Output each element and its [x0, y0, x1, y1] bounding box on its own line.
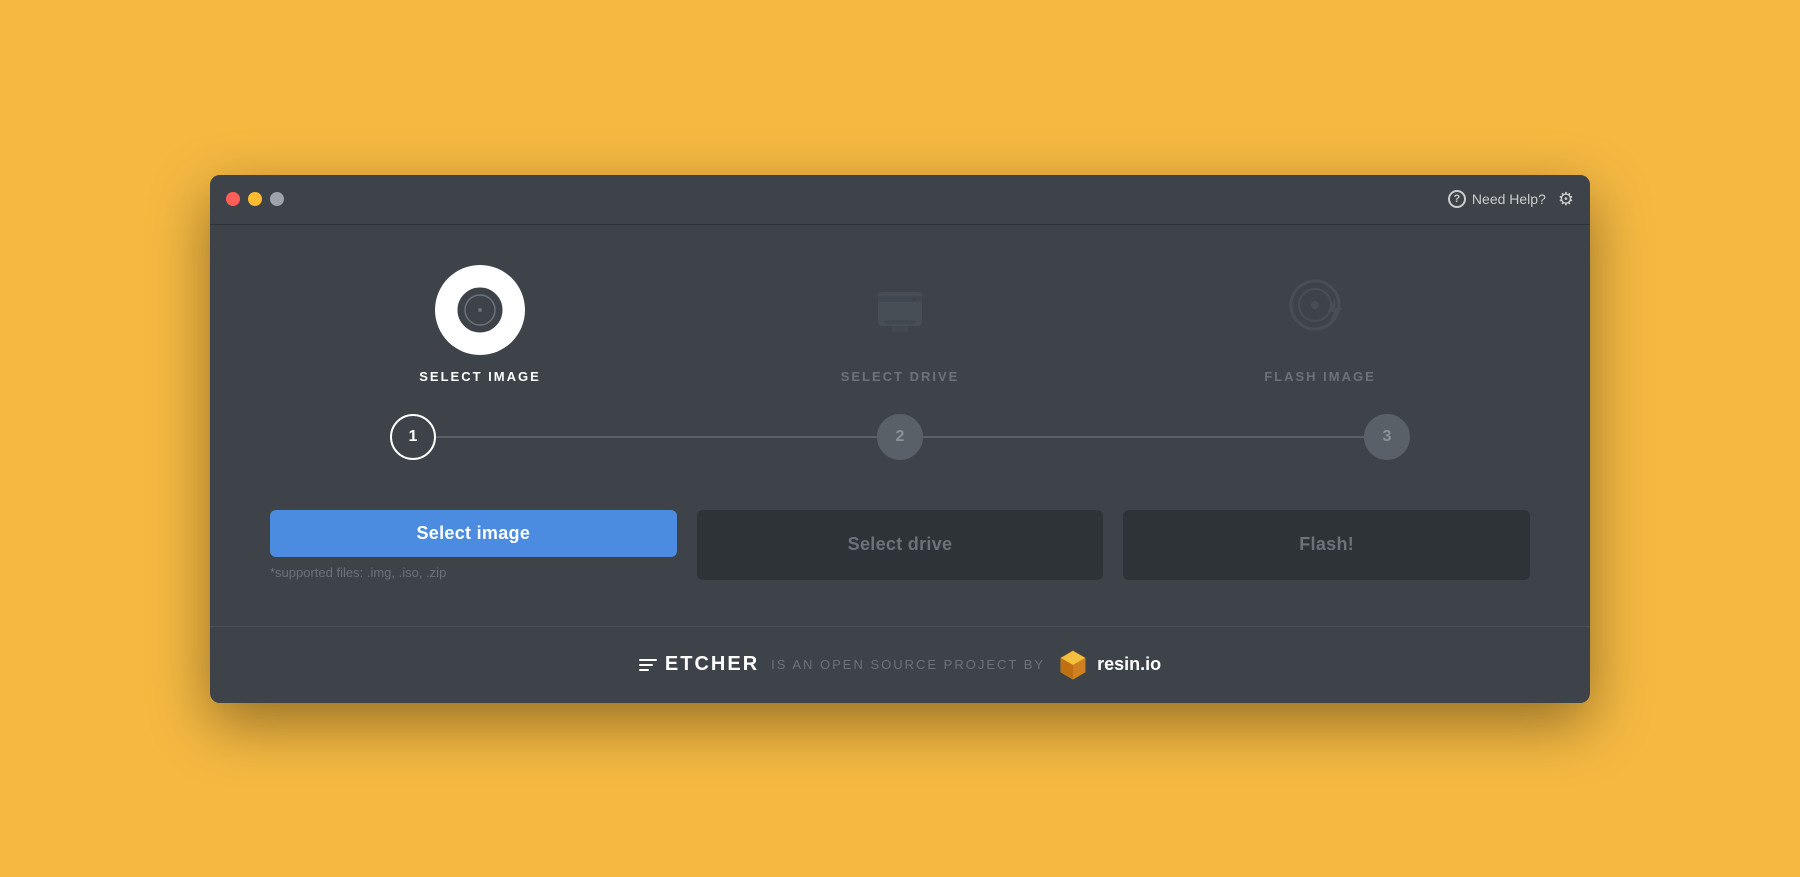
etcher-line-2 — [639, 664, 653, 666]
flash-button[interactable]: Flash! — [1123, 510, 1530, 580]
resin-logo-text: resin.io — [1097, 654, 1161, 675]
step-3-icon-container — [1275, 265, 1365, 355]
step-3: FLASH IMAGE — [1110, 265, 1530, 384]
resin-cube-icon — [1057, 649, 1089, 681]
resin-logo: resin.io — [1057, 649, 1161, 681]
titlebar-right: ? Need Help? ⚙ — [1448, 189, 1574, 210]
step-2-icon-container — [855, 265, 945, 355]
step-number-3: 3 — [1364, 414, 1410, 460]
help-link[interactable]: ? Need Help? — [1448, 190, 1546, 208]
close-button[interactable] — [226, 192, 240, 206]
footer-separator-text: IS AN OPEN SOURCE PROJECT BY — [771, 657, 1045, 672]
app-window: ? Need Help? ⚙ — [210, 175, 1590, 703]
step-1-label: SELECT IMAGE — [419, 369, 541, 384]
minimize-button[interactable] — [248, 192, 262, 206]
buttons-row: Select image *supported files: .img, .is… — [270, 510, 1530, 580]
main-content: SELECT IMAGE SELECT DRIVE — [210, 225, 1590, 626]
select-drive-button[interactable]: Select drive — [697, 510, 1104, 580]
etcher-logo: ETCHER — [639, 653, 759, 676]
etcher-line-3 — [639, 669, 649, 671]
help-icon: ? — [1448, 190, 1466, 208]
flash-icon — [1280, 270, 1360, 350]
select-image-button[interactable]: Select image — [270, 510, 677, 557]
drive-icon — [864, 274, 936, 346]
gear-icon[interactable]: ⚙ — [1558, 189, 1574, 210]
steps-row: SELECT IMAGE SELECT DRIVE — [270, 265, 1530, 384]
maximize-button[interactable] — [270, 192, 284, 206]
step-number-1: 1 — [390, 414, 436, 460]
step-2: SELECT DRIVE — [690, 265, 1110, 384]
window-controls — [226, 192, 284, 206]
step-2-label: SELECT DRIVE — [841, 369, 960, 384]
etcher-lines-icon — [639, 659, 657, 671]
step-3-label: FLASH IMAGE — [1264, 369, 1376, 384]
supported-files-text: *supported files: .img, .iso, .zip — [270, 565, 677, 580]
help-label: Need Help? — [1472, 191, 1546, 207]
step-1: SELECT IMAGE — [270, 265, 690, 384]
step-number-2: 2 — [877, 414, 923, 460]
titlebar: ? Need Help? ⚙ — [210, 175, 1590, 225]
etcher-line-1 — [639, 659, 657, 661]
etcher-logo-text: ETCHER — [665, 653, 759, 676]
footer: ETCHER IS AN OPEN SOURCE PROJECT BY resi… — [210, 626, 1590, 703]
progress-row: 1 2 3 — [270, 414, 1530, 460]
step-1-icon-container — [435, 265, 525, 355]
disc-icon — [455, 285, 505, 335]
